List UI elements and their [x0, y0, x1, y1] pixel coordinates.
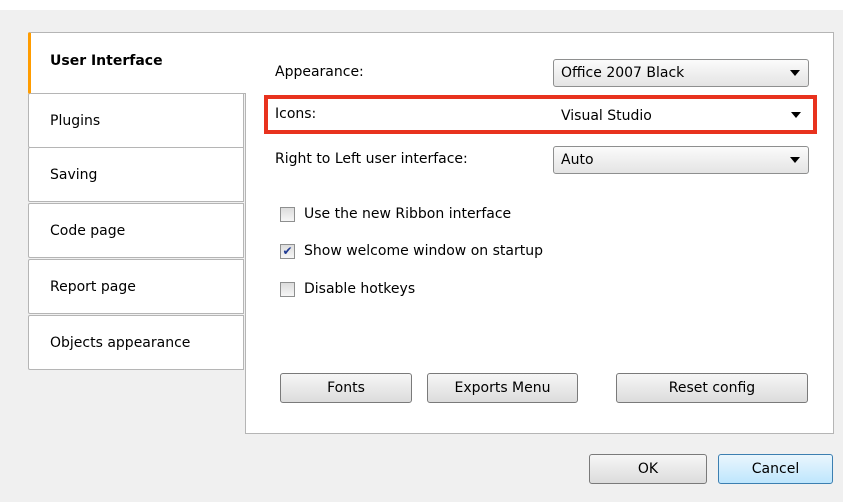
appearance-select[interactable]: Office 2007 Black — [553, 59, 809, 87]
options-dialog: User Interface Plugins Saving Code page … — [0, 0, 843, 502]
ok-button[interactable]: OK — [589, 454, 707, 484]
checkbox-label: Disable hotkeys — [304, 281, 416, 297]
tab-code-page[interactable]: Code page — [28, 203, 244, 258]
exports-menu-button[interactable]: Exports Menu — [427, 373, 578, 403]
ribbon-checkbox[interactable]: Use the new Ribbon interface — [280, 206, 511, 222]
checkbox-box[interactable] — [280, 281, 295, 297]
tab-objects-appearance[interactable]: Objects appearance — [28, 315, 244, 370]
welcome-window-checkbox[interactable]: ✔ Show welcome window on startup — [280, 243, 543, 259]
chevron-down-icon — [790, 70, 800, 76]
checkbox-box[interactable]: ✔ — [280, 243, 295, 259]
tab-label: User Interface — [50, 53, 163, 69]
checkbox-label: Use the new Ribbon interface — [304, 206, 512, 222]
checkbox-label: Show welcome window on startup — [304, 243, 543, 259]
appearance-label: Appearance: — [275, 64, 364, 80]
chevron-down-icon — [790, 157, 800, 163]
disable-hotkeys-checkbox[interactable]: Disable hotkeys — [280, 281, 415, 297]
tab-label: Saving — [50, 166, 98, 183]
tab-plugins[interactable]: Plugins — [28, 93, 244, 148]
highlight-box — [264, 95, 817, 134]
tab-label: Plugins — [50, 112, 101, 129]
reset-config-button[interactable]: Reset config — [616, 373, 808, 403]
rtl-select[interactable]: Auto — [553, 146, 809, 174]
tab-saving[interactable]: Saving — [28, 147, 244, 202]
tab-user-interface[interactable]: User Interface — [28, 32, 246, 94]
tab-label: Objects appearance — [50, 334, 191, 351]
appearance-value: Office 2007 Black — [561, 65, 685, 81]
tab-report-page[interactable]: Report page — [28, 259, 244, 314]
top-strip — [0, 0, 843, 10]
cancel-button[interactable]: Cancel — [718, 454, 833, 484]
rtl-label: Right to Left user interface: — [275, 151, 468, 167]
rtl-value: Auto — [561, 152, 594, 168]
fonts-button[interactable]: Fonts — [280, 373, 412, 403]
tab-label: Report page — [50, 278, 136, 295]
checkbox-box[interactable] — [280, 206, 295, 222]
tab-label: Code page — [50, 222, 126, 239]
